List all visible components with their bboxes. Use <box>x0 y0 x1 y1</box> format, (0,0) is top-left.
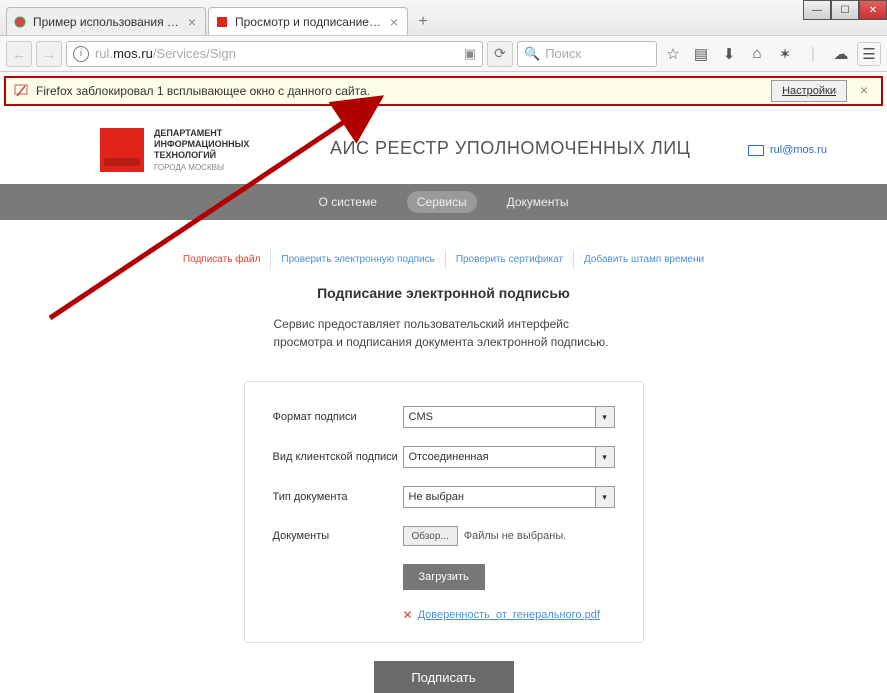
url-bar[interactable]: i rul.mos.ru/Services/Sign ▣ <box>66 41 483 67</box>
popup-blocked-bar: Firefox заблокировал 1 всплывающее окно … <box>4 76 883 106</box>
no-files-text: Файлы не выбраны. <box>464 530 567 542</box>
format-select[interactable]: CMS <box>403 406 615 428</box>
reading-list-icon[interactable]: ▤ <box>689 42 713 66</box>
remove-file-icon[interactable]: ✕ <box>403 608 413 622</box>
client-signature-label: Вид клиентской подписи <box>273 451 403 463</box>
subtab-verify-certificate[interactable]: Проверить сертификат <box>446 250 574 269</box>
home-icon[interactable]: ⌂ <box>745 42 769 66</box>
doctype-label: Тип документа <box>273 491 403 503</box>
account-icon[interactable]: ☁ <box>829 42 853 66</box>
content-title: Подписание электронной подписью <box>0 285 887 301</box>
browser-toolbar: ← → i rul.mos.ru/Services/Sign ▣ ⟳ 🔍 Пои… <box>0 36 887 72</box>
window-minimize-button[interactable]: — <box>803 0 831 20</box>
browser-tab-bar: Пример использования К... × Просмотр и п… <box>0 0 887 36</box>
main-nav: О системе Сервисы Документы <box>0 184 887 220</box>
popup-settings-button[interactable]: Настройки <box>771 80 847 102</box>
documents-label: Документы <box>273 530 403 542</box>
browse-button[interactable]: Обзор... <box>403 526 458 546</box>
doctype-select[interactable]: Не выбран <box>403 486 615 508</box>
tab-title: Пример использования К... <box>33 15 179 29</box>
upload-button[interactable]: Загрузить <box>403 564 485 590</box>
uploaded-file-link[interactable]: Доверенность_от_генерального.pdf <box>418 609 600 621</box>
popup-blocked-message: Firefox заблокировал 1 всплывающее окно … <box>36 84 771 98</box>
tab-close-icon[interactable]: × <box>185 15 199 29</box>
sub-tabs: Подписать файл Проверить электронную под… <box>0 250 887 269</box>
browser-tab[interactable]: Просмотр и подписание ... × <box>208 7 408 35</box>
contact-email-link[interactable]: rul@mos.ru <box>748 144 827 156</box>
mail-icon <box>748 145 764 156</box>
search-bar[interactable]: 🔍 Поиск <box>517 41 657 67</box>
nav-item-about[interactable]: О системе <box>309 191 387 213</box>
nav-item-documents[interactable]: Документы <box>497 191 579 213</box>
sign-button[interactable]: Подписать <box>374 661 514 693</box>
reader-mode-icon[interactable]: ▣ <box>464 46 476 62</box>
subtab-verify-signature[interactable]: Проверить электронную подпись <box>271 250 445 269</box>
site-header: ДЕПАРТАМЕНТ ИНФОРМАЦИОННЫХ ТЕХНОЛОГИЙ ГО… <box>0 110 887 184</box>
tab-favicon <box>215 15 229 29</box>
page-content: ДЕПАРТАМЕНТ ИНФОРМАЦИОННЫХ ТЕХНОЛОГИЙ ГО… <box>0 110 887 693</box>
subtab-add-timestamp[interactable]: Добавить штамп времени <box>574 250 714 269</box>
site-info-icon[interactable]: i <box>73 46 89 62</box>
tab-title: Просмотр и подписание ... <box>235 15 381 29</box>
extension-icon[interactable]: ✶ <box>773 42 797 66</box>
bookmark-star-icon[interactable]: ☆ <box>661 42 685 66</box>
content-description: Сервис предоставляет пользовательский ин… <box>274 315 614 351</box>
forward-button[interactable]: → <box>36 41 62 67</box>
hamburger-menu-icon[interactable]: ☰ <box>857 42 881 66</box>
back-button[interactable]: ← <box>6 41 32 67</box>
downloads-icon[interactable]: ⬇ <box>717 42 741 66</box>
divider: | <box>801 42 825 66</box>
reload-button[interactable]: ⟳ <box>487 41 513 67</box>
sign-form: Формат подписи CMS Вид клиентской подпис… <box>244 381 644 643</box>
format-label: Формат подписи <box>273 411 403 423</box>
uploaded-file-row: ✕ Доверенность_от_генерального.pdf <box>273 608 615 622</box>
logo-subtext: ГОРОДА МОСКВЫ <box>154 163 249 172</box>
tab-favicon <box>13 15 27 29</box>
url-text: rul.mos.ru/Services/Sign <box>95 46 464 61</box>
window-maximize-button[interactable]: ☐ <box>831 0 859 20</box>
subtab-sign-file[interactable]: Подписать файл <box>173 250 272 269</box>
tab-close-icon[interactable]: × <box>387 15 401 29</box>
client-signature-select[interactable]: Отсоединенная <box>403 446 615 468</box>
logo-text: ДЕПАРТАМЕНТ ИНФОРМАЦИОННЫХ ТЕХНОЛОГИЙ <box>154 128 249 160</box>
site-title: АИС РЕЕСТР УПОЛНОМОЧЕННЫХ ЛИЦ <box>330 138 690 159</box>
search-placeholder: Поиск <box>545 46 581 61</box>
search-icon: 🔍 <box>524 46 540 62</box>
popup-blocked-icon <box>14 84 28 98</box>
browser-tab[interactable]: Пример использования К... × <box>6 7 206 35</box>
new-tab-button[interactable]: + <box>410 9 436 35</box>
site-logo <box>100 128 144 172</box>
window-close-button[interactable]: ✕ <box>859 0 887 20</box>
nav-item-services[interactable]: Сервисы <box>407 191 477 213</box>
popup-close-icon[interactable]: × <box>855 82 873 100</box>
